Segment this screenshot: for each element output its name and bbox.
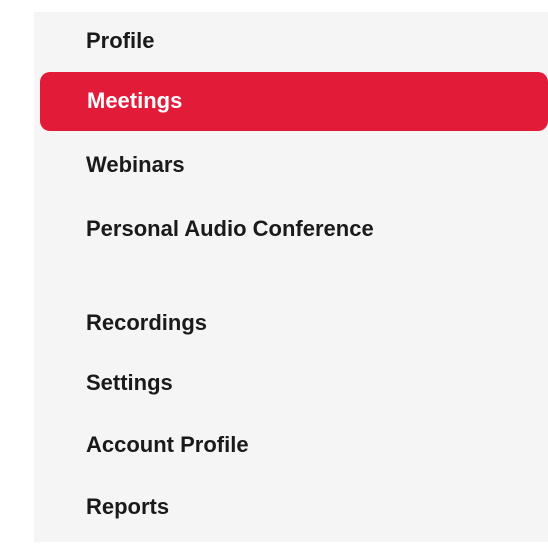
sidebar-item-label: Meetings <box>87 88 183 113</box>
sidebar-item-settings[interactable]: Settings <box>86 368 173 398</box>
sidebar-item-account-profile[interactable]: Account Profile <box>86 430 249 460</box>
sidebar-item-meetings[interactable]: Meetings <box>40 72 548 131</box>
sidebar-item-webinars[interactable]: Webinars <box>86 150 185 180</box>
sidebar-item-recordings[interactable]: Recordings <box>86 308 207 338</box>
sidebar-item-profile[interactable]: Profile <box>86 26 154 56</box>
sidebar-item-reports[interactable]: Reports <box>86 492 169 522</box>
sidebar-item-personal-audio-conference[interactable]: Personal Audio Conference <box>86 214 386 244</box>
